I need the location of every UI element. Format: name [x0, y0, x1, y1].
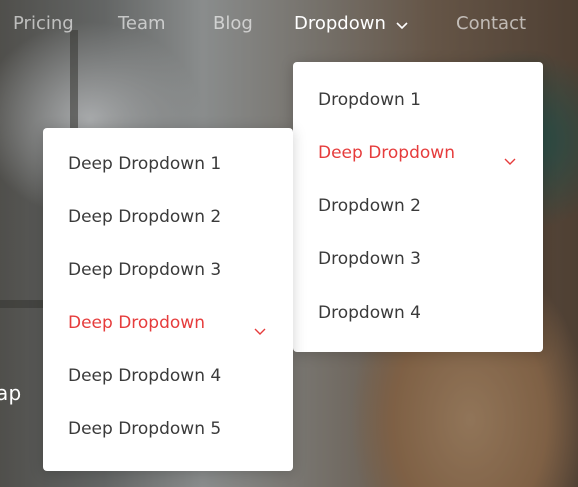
- dropdown-item-label: Dropdown 3: [318, 249, 421, 269]
- nav-item-label: Blog: [213, 13, 253, 34]
- deep-dropdown-item-label: Deep Dropdown 4: [68, 366, 222, 386]
- nav-item-label: Team: [118, 13, 166, 34]
- nav-item-label: Pricing: [13, 13, 74, 34]
- deep-dropdown-item-label: Deep Dropdown 3: [68, 260, 222, 280]
- dropdown-item-1[interactable]: Dropdown 1: [318, 90, 421, 110]
- dropdown-item-2[interactable]: Dropdown 2: [318, 196, 421, 216]
- dropdown-item-label: Dropdown 1: [318, 90, 421, 110]
- dropdown-item-label: Deep Dropdown: [318, 143, 455, 163]
- nav-item-contact[interactable]: Contact: [456, 13, 526, 34]
- hero-text-fragment: ap: [0, 381, 22, 405]
- dropdown-menu: Dropdown 1 Deep Dropdown Dropdown 2 Drop…: [293, 62, 543, 352]
- nav-item-label: Contact: [456, 13, 527, 34]
- deep-dropdown-item-1[interactable]: Deep Dropdown 1: [68, 154, 221, 174]
- deep-dropdown-menu: Deep Dropdown 1 Deep Dropdown 2 Deep Dro…: [43, 128, 293, 471]
- dropdown-item-3[interactable]: Dropdown 3: [318, 249, 421, 269]
- deep-dropdown-item-4[interactable]: Deep Dropdown 4: [68, 366, 221, 386]
- deep-dropdown-item-5[interactable]: Deep Dropdown 5: [68, 419, 221, 439]
- nav-item-label: Dropdown: [294, 13, 386, 34]
- deep-dropdown-item-deep-dropdown[interactable]: Deep Dropdown: [68, 313, 205, 333]
- dropdown-item-label: Dropdown 2: [318, 196, 421, 216]
- dropdown-item-deep-dropdown[interactable]: Deep Dropdown: [318, 143, 455, 163]
- deep-dropdown-item-label: Deep Dropdown 2: [68, 207, 222, 227]
- nav-item-dropdown[interactable]: Dropdown: [294, 13, 408, 35]
- navbar: Pricing Team Blog Dropdown Contact: [0, 0, 578, 50]
- dropdown-item-4[interactable]: Dropdown 4: [318, 303, 421, 323]
- deep-dropdown-item-3[interactable]: Deep Dropdown 3: [68, 260, 221, 280]
- deep-dropdown-item-label: Deep Dropdown 5: [68, 419, 222, 439]
- deep-dropdown-item-label: Deep Dropdown 1: [68, 154, 222, 174]
- deep-dropdown-item-2[interactable]: Deep Dropdown 2: [68, 207, 221, 227]
- nav-item-pricing[interactable]: Pricing: [13, 13, 74, 34]
- chevron-down-icon: [396, 14, 408, 35]
- chevron-down-icon: [504, 151, 516, 170]
- dropdown-item-label: Dropdown 4: [318, 303, 421, 323]
- nav-item-team[interactable]: Team: [118, 13, 166, 34]
- deep-dropdown-item-label: Deep Dropdown: [68, 313, 205, 333]
- nav-item-blog[interactable]: Blog: [213, 13, 253, 34]
- chevron-down-icon: [254, 321, 266, 340]
